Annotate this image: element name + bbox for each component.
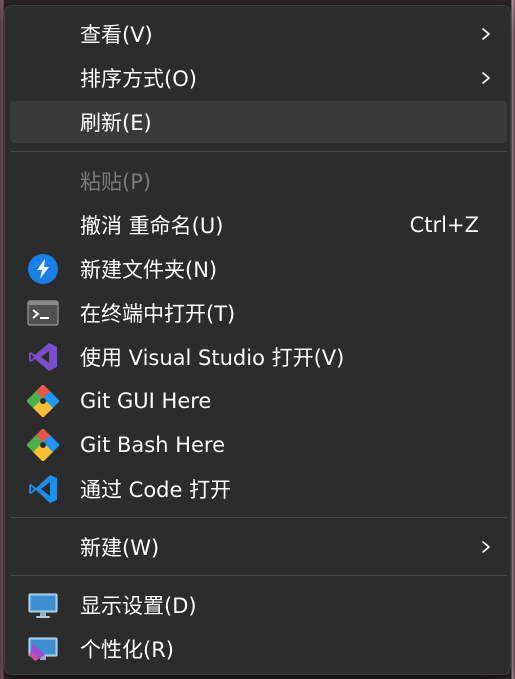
vscode-icon (29, 475, 57, 503)
new-folder-icon (28, 254, 58, 284)
menu-item-paste: 粘贴(P) (10, 160, 507, 202)
menu-item-git-bash-label: Git Bash Here (80, 433, 226, 457)
chevron-right-icon (482, 72, 490, 84)
context-menu: 查看(V) 排序方式(O) 刷新(E) 粘贴(P) 撤消 重命名(U) Ctrl… (4, 5, 511, 675)
menu-item-refresh[interactable]: 刷新(E) (10, 101, 507, 143)
chevron-right-icon (482, 28, 490, 40)
menu-item-undo-label: 撤消 重命名(U) (80, 214, 224, 238)
personalize-icon (28, 637, 58, 661)
menu-item-view[interactable]: 查看(V) (10, 13, 507, 55)
menu-item-undo-shortcut: Ctrl+Z (409, 213, 479, 237)
terminal-icon (27, 300, 59, 326)
menu-item-display-settings[interactable]: 显示设置(D) (10, 584, 507, 626)
menu-item-new[interactable]: 新建(W) (10, 526, 507, 568)
menu-item-git-gui[interactable]: Git GUI Here (10, 380, 507, 422)
menu-item-new-label: 新建(W) (80, 536, 160, 560)
menu-item-paste-label: 粘贴(P) (80, 170, 152, 194)
git-gui-icon (27, 385, 59, 417)
menu-item-open-terminal[interactable]: 在终端中打开(T) (10, 292, 507, 334)
menu-item-open-code[interactable]: 通过 Code 打开 (10, 468, 507, 510)
chevron-right-icon (482, 541, 490, 553)
menu-item-sort[interactable]: 排序方式(O) (10, 57, 507, 99)
menu-item-new-folder-label: 新建文件夹(N) (80, 258, 218, 282)
menu-item-open-visual-studio[interactable]: 使用 Visual Studio 打开(V) (10, 336, 507, 378)
separator (10, 575, 507, 576)
git-bash-icon (27, 429, 59, 461)
menu-item-open-visual-studio-label: 使用 Visual Studio 打开(V) (80, 346, 345, 370)
menu-item-personalize-label: 个性化(R) (80, 638, 174, 662)
separator (10, 151, 507, 152)
menu-item-git-gui-label: Git GUI Here (80, 389, 212, 413)
display-settings-icon (28, 593, 58, 618)
menu-item-display-settings-label: 显示设置(D) (80, 594, 197, 618)
menu-item-personalize[interactable]: 个性化(R) (10, 628, 507, 670)
menu-item-open-code-label: 通过 Code 打开 (80, 478, 232, 502)
separator (10, 517, 507, 518)
menu-item-refresh-label: 刷新(E) (80, 111, 152, 135)
visual-studio-icon (29, 343, 57, 371)
menu-item-open-terminal-label: 在终端中打开(T) (80, 302, 236, 326)
menu-item-new-folder[interactable]: 新建文件夹(N) (10, 248, 507, 290)
menu-item-sort-label: 排序方式(O) (80, 67, 197, 91)
menu-item-git-bash[interactable]: Git Bash Here (10, 424, 507, 466)
menu-item-view-label: 查看(V) (80, 23, 153, 47)
menu-item-undo[interactable]: 撤消 重命名(U) Ctrl+Z (10, 204, 507, 246)
